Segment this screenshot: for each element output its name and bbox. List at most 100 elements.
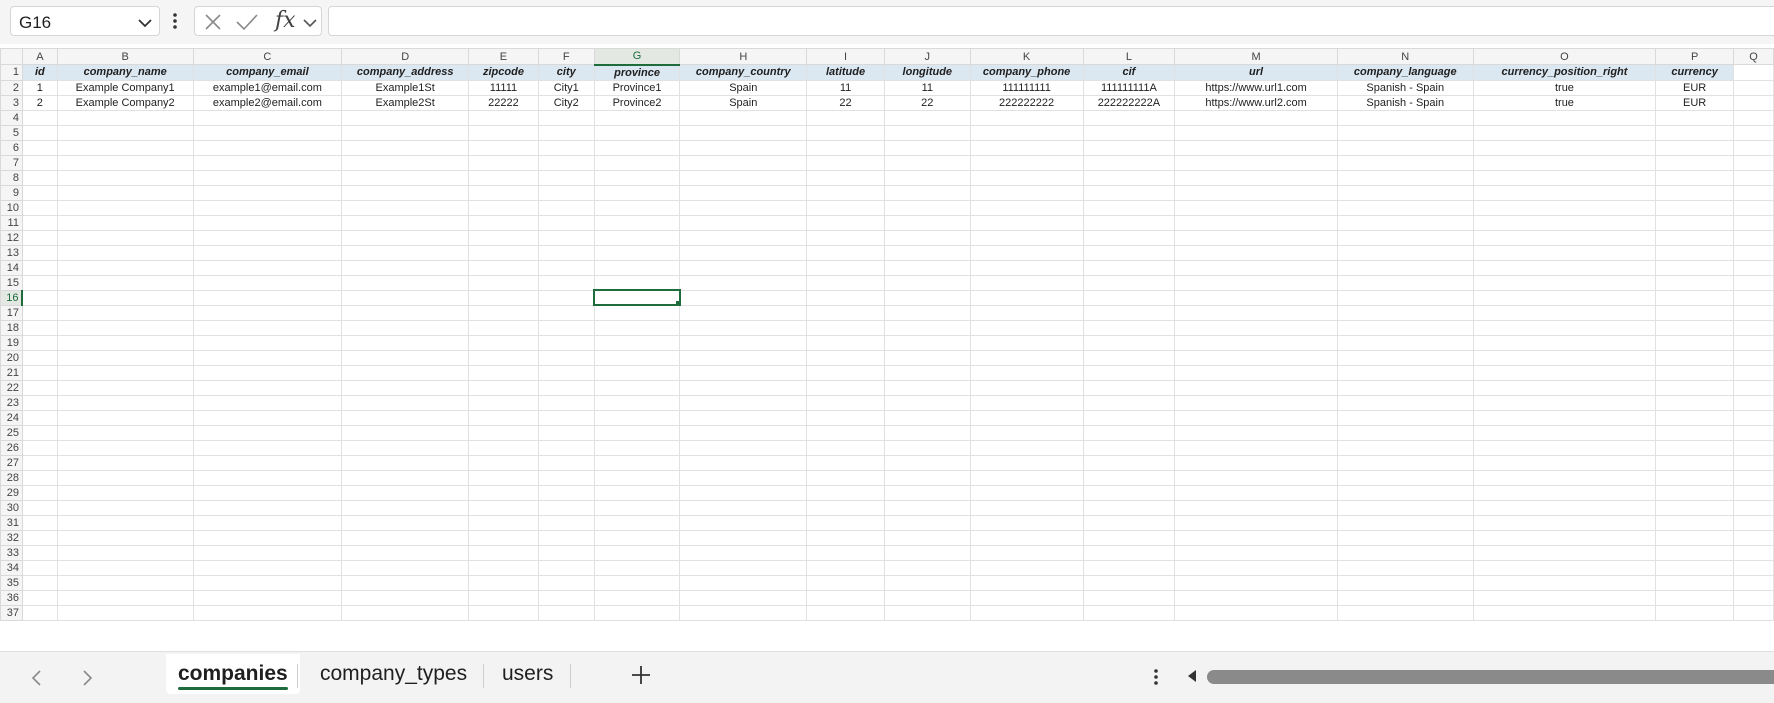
empty-cell[interactable] xyxy=(468,334,539,351)
empty-cell[interactable] xyxy=(593,454,681,471)
empty-cell[interactable] xyxy=(883,424,971,441)
empty-cell[interactable] xyxy=(1733,184,1774,201)
data-cell[interactable]: Example1St xyxy=(341,79,470,96)
empty-cell[interactable] xyxy=(341,454,470,471)
empty-cell[interactable] xyxy=(1472,409,1657,426)
empty-cell[interactable] xyxy=(969,244,1084,261)
empty-cell[interactable] xyxy=(1655,349,1735,366)
empty-cell[interactable] xyxy=(1174,214,1338,231)
empty-cell[interactable] xyxy=(537,274,595,291)
row-header[interactable]: 21 xyxy=(0,364,23,381)
empty-cell[interactable] xyxy=(1082,244,1176,261)
empty-cell[interactable] xyxy=(1336,154,1474,171)
empty-cell[interactable] xyxy=(593,214,681,231)
data-cell[interactable]: 2 xyxy=(21,94,58,111)
empty-cell[interactable] xyxy=(1082,574,1176,591)
empty-cell[interactable] xyxy=(1174,319,1338,336)
empty-cell[interactable] xyxy=(21,319,58,336)
row-header[interactable]: 33 xyxy=(0,544,23,561)
empty-cell[interactable] xyxy=(192,334,343,351)
empty-cell[interactable] xyxy=(1733,349,1774,366)
empty-cell[interactable] xyxy=(679,394,808,411)
header-cell[interactable]: company_phone xyxy=(969,64,1084,81)
empty-cell[interactable] xyxy=(1655,259,1735,276)
empty-cell[interactable] xyxy=(468,544,539,561)
empty-cell[interactable] xyxy=(1336,424,1474,441)
empty-cell[interactable] xyxy=(969,604,1084,621)
empty-cell[interactable] xyxy=(56,394,194,411)
empty-cell[interactable] xyxy=(468,214,539,231)
empty-cell[interactable] xyxy=(21,544,58,561)
empty-cell[interactable] xyxy=(341,364,470,381)
header-cell[interactable]: company_email xyxy=(192,64,343,81)
empty-cell[interactable] xyxy=(537,379,595,396)
empty-cell[interactable] xyxy=(192,574,343,591)
column-header[interactable]: B xyxy=(56,48,194,65)
empty-cell[interactable] xyxy=(1336,289,1474,306)
empty-cell[interactable] xyxy=(1472,154,1657,171)
scroll-left-arrow-icon[interactable] xyxy=(1186,669,1198,688)
empty-cell[interactable] xyxy=(1082,409,1176,426)
column-header[interactable]: L xyxy=(1082,48,1176,65)
empty-cell[interactable] xyxy=(21,334,58,351)
empty-cell[interactable] xyxy=(969,274,1084,291)
data-cell[interactable]: Example Company1 xyxy=(56,79,194,96)
empty-cell[interactable] xyxy=(1336,379,1474,396)
empty-cell[interactable] xyxy=(1733,229,1774,246)
empty-cell[interactable] xyxy=(341,499,470,516)
empty-cell[interactable] xyxy=(883,544,971,561)
empty-cell[interactable] xyxy=(969,124,1084,141)
empty-cell[interactable] xyxy=(468,154,539,171)
empty-cell[interactable] xyxy=(1336,409,1474,426)
empty-cell[interactable] xyxy=(806,589,885,606)
row-header[interactable]: 4 xyxy=(0,109,23,126)
empty-cell[interactable] xyxy=(1174,334,1338,351)
empty-cell[interactable] xyxy=(679,514,808,531)
empty-cell[interactable] xyxy=(1655,304,1735,321)
empty-cell[interactable] xyxy=(883,334,971,351)
data-cell[interactable]: Province2 xyxy=(593,94,681,111)
empty-cell[interactable] xyxy=(1472,289,1657,306)
empty-cell[interactable] xyxy=(537,334,595,351)
empty-cell[interactable] xyxy=(969,169,1084,186)
empty-cell[interactable] xyxy=(883,379,971,396)
data-cell[interactable]: 111111111 xyxy=(969,79,1084,96)
empty-cell[interactable] xyxy=(1733,529,1774,546)
plus-icon[interactable] xyxy=(630,664,652,691)
column-header[interactable]: M xyxy=(1174,48,1338,65)
empty-cell[interactable] xyxy=(593,139,681,156)
empty-cell[interactable] xyxy=(56,349,194,366)
empty-cell[interactable] xyxy=(1174,364,1338,381)
empty-cell[interactable] xyxy=(969,109,1084,126)
empty-cell[interactable] xyxy=(1082,394,1176,411)
empty-cell[interactable] xyxy=(679,259,808,276)
header-cell[interactable]: city xyxy=(537,64,595,81)
empty-cell[interactable] xyxy=(1655,394,1735,411)
empty-cell[interactable] xyxy=(883,304,971,321)
empty-cell[interactable] xyxy=(679,124,808,141)
empty-cell[interactable] xyxy=(468,169,539,186)
empty-cell[interactable] xyxy=(1174,199,1338,216)
data-cell[interactable]: City1 xyxy=(537,79,595,96)
empty-cell[interactable] xyxy=(56,439,194,456)
empty-cell[interactable] xyxy=(537,244,595,261)
header-cell[interactable]: company_country xyxy=(679,64,808,81)
empty-cell[interactable] xyxy=(1336,469,1474,486)
tab-label[interactable]: companies xyxy=(178,662,288,685)
empty-cell[interactable] xyxy=(679,169,808,186)
empty-cell[interactable] xyxy=(969,139,1084,156)
empty-cell[interactable] xyxy=(1655,409,1735,426)
empty-cell[interactable] xyxy=(1336,139,1474,156)
empty-cell[interactable] xyxy=(593,319,681,336)
empty-cell[interactable] xyxy=(468,319,539,336)
header-cell[interactable]: currency xyxy=(1655,64,1735,81)
empty-cell[interactable] xyxy=(679,199,808,216)
empty-cell[interactable] xyxy=(1655,184,1735,201)
empty-cell[interactable] xyxy=(969,259,1084,276)
empty-cell[interactable] xyxy=(192,259,343,276)
empty-cell[interactable] xyxy=(679,604,808,621)
chevron-left-icon[interactable] xyxy=(30,668,44,693)
empty-cell[interactable] xyxy=(1336,109,1474,126)
empty-cell[interactable] xyxy=(1336,244,1474,261)
empty-cell[interactable] xyxy=(969,289,1084,306)
